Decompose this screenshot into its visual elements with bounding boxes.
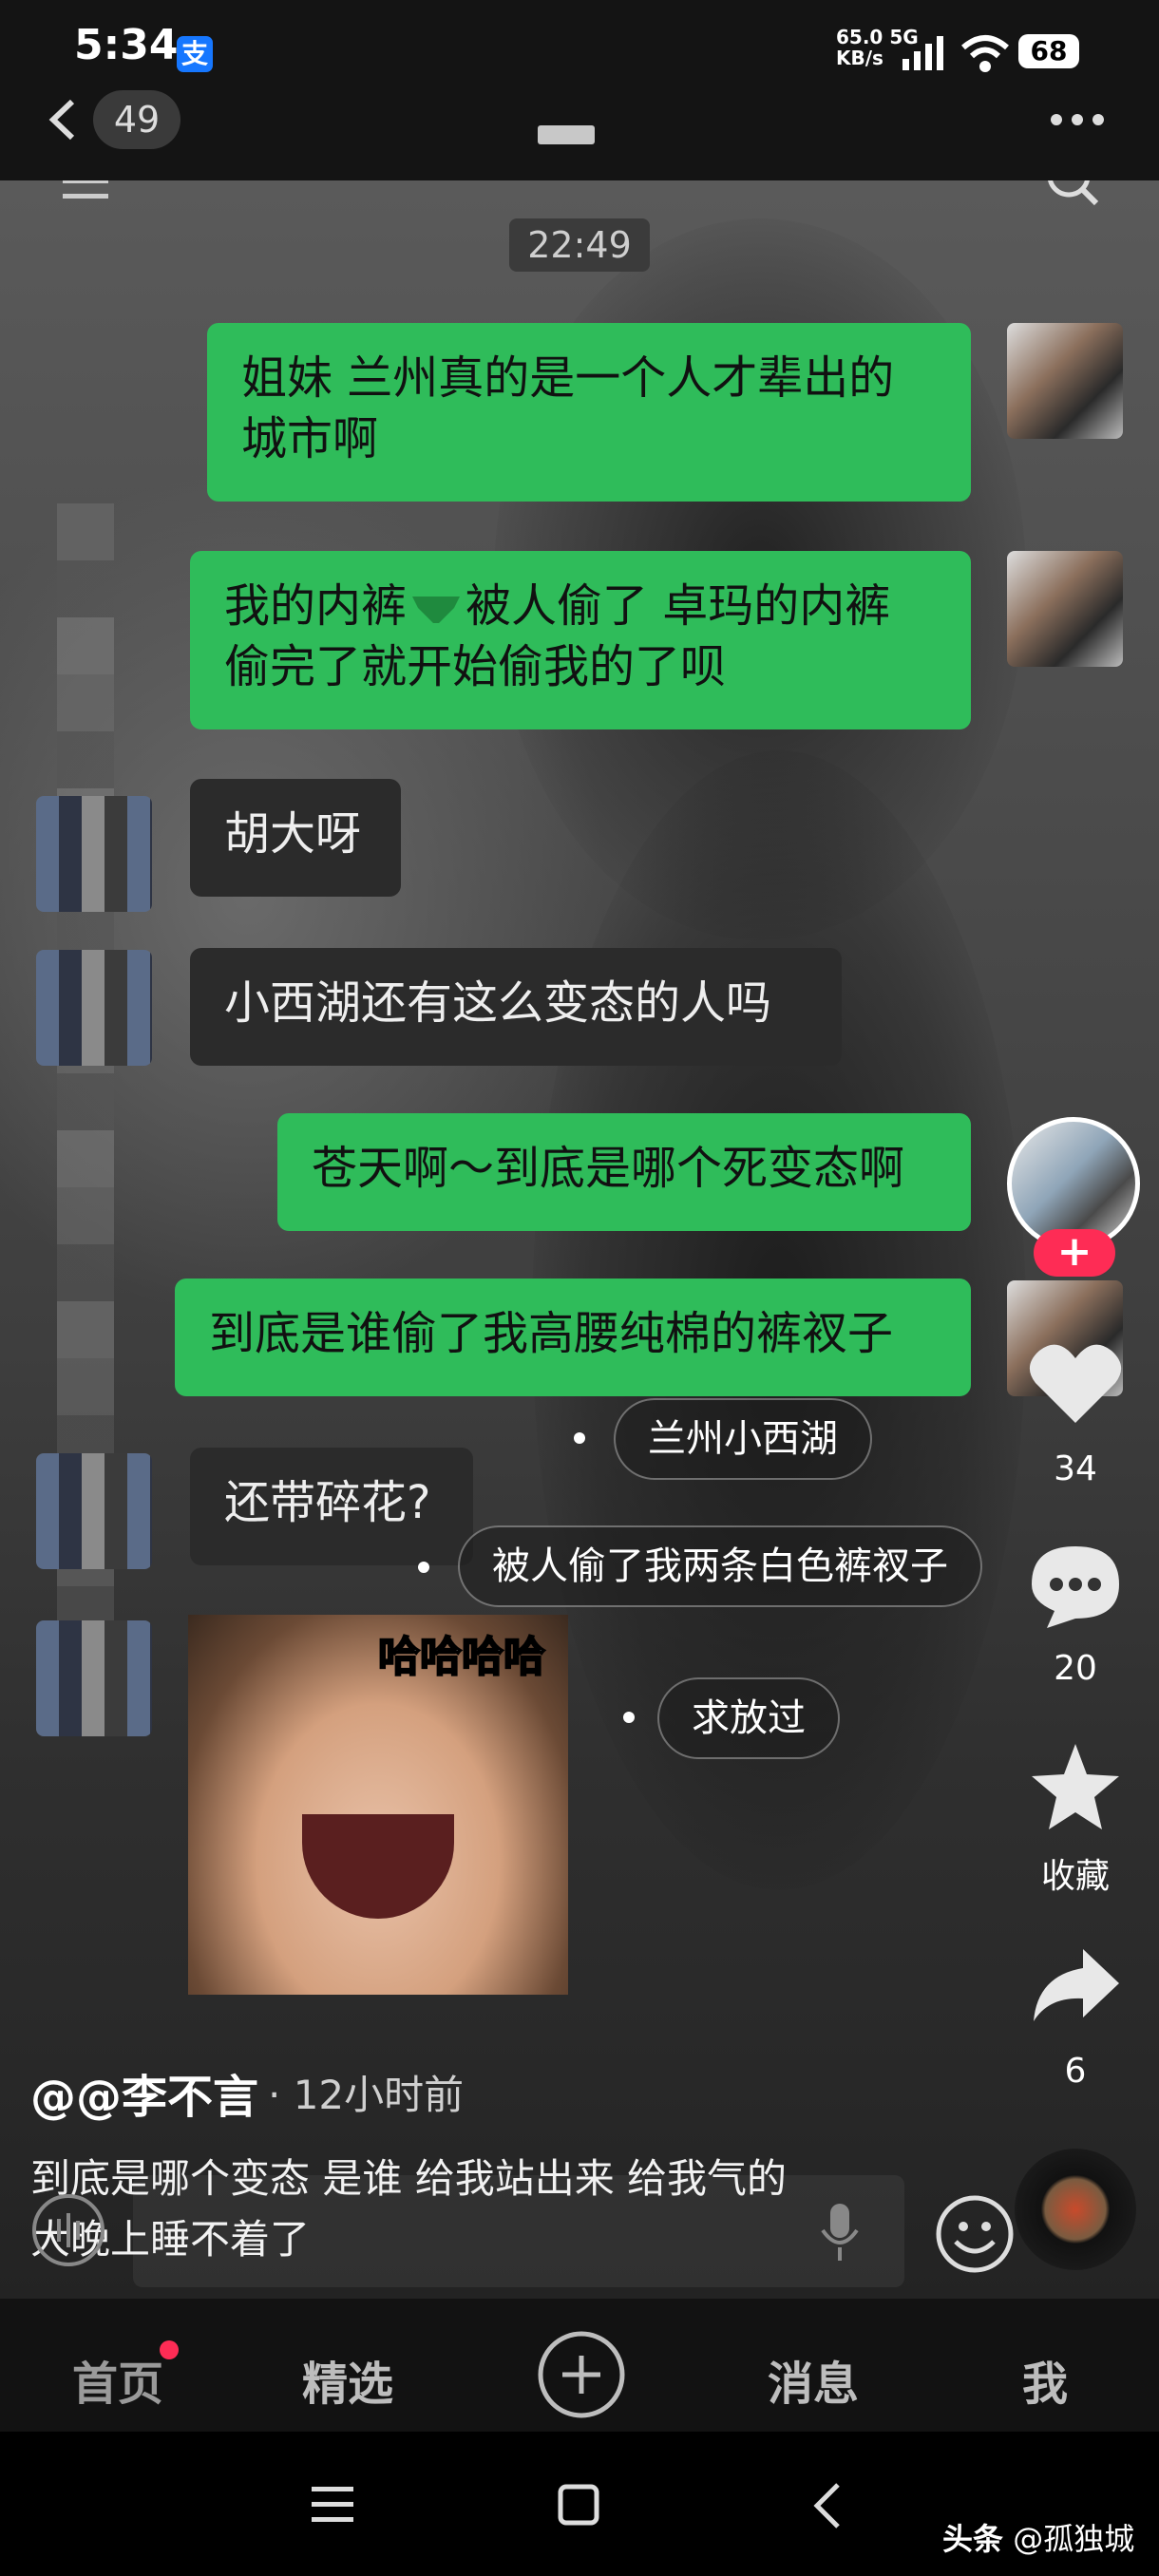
avatar-friend bbox=[36, 1620, 152, 1736]
star-icon[interactable] bbox=[1028, 1740, 1123, 1831]
more-icon[interactable] bbox=[1049, 112, 1106, 127]
chat-bubble-sent: 姐妹 兰州真的是一个人才辈出的 城市啊 bbox=[207, 323, 971, 502]
chat-bubble-received: 小西湖还有这么变态的人吗 bbox=[190, 948, 842, 1066]
create-plus-icon[interactable] bbox=[536, 2329, 627, 2420]
chat-bubble-received: 胡大呀 bbox=[190, 779, 401, 897]
back-button[interactable]: 49 bbox=[46, 90, 188, 149]
author-name[interactable]: @@李不言 bbox=[30, 2059, 258, 2126]
follow-plus-button[interactable]: + bbox=[1034, 1229, 1115, 1277]
emoji-icon[interactable] bbox=[935, 2194, 1015, 2274]
music-disc[interactable] bbox=[1015, 2149, 1136, 2270]
back-nav-icon[interactable] bbox=[809, 2481, 844, 2530]
nav-me[interactable]: 我 bbox=[1022, 2346, 1068, 2413]
nav-featured[interactable]: 精选 bbox=[302, 2346, 393, 2413]
battery-indicator: 68 bbox=[1018, 34, 1079, 68]
share-count: 6 bbox=[1064, 2052, 1087, 2091]
search-icon[interactable] bbox=[1043, 180, 1102, 209]
avatar-friend bbox=[36, 950, 152, 1066]
video-progress-indicator bbox=[538, 125, 595, 144]
chat-bubble-received: 还带碎花? bbox=[190, 1448, 473, 1565]
tag-dot bbox=[623, 1712, 635, 1723]
comment-icon[interactable] bbox=[1028, 1543, 1123, 1630]
avatar-self bbox=[1007, 323, 1123, 439]
avatar-friend bbox=[36, 796, 152, 912]
nav-home[interactable]: 首页 bbox=[72, 2346, 163, 2413]
like-count: 34 bbox=[1054, 1449, 1097, 1488]
chat-bubble-sent: 我的内裤 被人偷了 卓玛的内裤 偷完了就开始偷我的了呗 bbox=[190, 551, 971, 729]
watermark: 头条 @孤独城 bbox=[942, 2521, 1135, 2557]
underwear-emoji-icon bbox=[412, 597, 461, 623]
signal-icon bbox=[902, 36, 943, 70]
status-bar: 5:34 支 65.0 5G KB/s 68 bbox=[0, 0, 1159, 104]
avatar-self bbox=[1007, 551, 1123, 667]
menu-icon[interactable] bbox=[61, 180, 110, 205]
microphone-icon[interactable] bbox=[819, 2202, 861, 2263]
meme-laughing-mouth bbox=[302, 1814, 454, 1919]
chat-bubble-sent: 苍天啊～到底是哪个死变态啊 bbox=[277, 1113, 971, 1231]
favorite-label: 收藏 bbox=[1040, 1857, 1110, 1896]
meme-image: 哈哈哈哈 bbox=[188, 1615, 568, 1995]
tag-dot bbox=[418, 1562, 429, 1573]
chat-timestamp: 22:49 bbox=[509, 218, 650, 272]
post-caption: 到底是哪个变态 是谁 给我站出来 给我气的 大晚上睡不着了 bbox=[30, 2155, 788, 2263]
tag-dot bbox=[574, 1432, 585, 1444]
back-count-badge: 49 bbox=[93, 90, 180, 149]
chat-bubble-sent: 到底是谁偷了我高腰纯棉的裤衩子 bbox=[175, 1279, 971, 1396]
nav-messages[interactable]: 消息 bbox=[768, 2346, 859, 2413]
topic-tag[interactable]: 被人偷了我两条白色裤衩子 bbox=[458, 1525, 982, 1607]
heart-icon[interactable] bbox=[1028, 1339, 1123, 1427]
video-player[interactable]: 22:49 姐妹 兰州真的是一个人才辈出的 城市啊 我的内裤 被人偷了 卓玛的内裤… bbox=[0, 180, 1159, 2299]
notification-dot bbox=[160, 2340, 179, 2359]
chevron-left-icon bbox=[48, 99, 75, 141]
audio-icon[interactable] bbox=[30, 2192, 106, 2268]
topic-tag[interactable]: 求放过 bbox=[657, 1677, 840, 1759]
home-icon[interactable] bbox=[557, 2483, 600, 2527]
topic-tag[interactable]: 兰州小西湖 bbox=[614, 1398, 872, 1480]
comment-count: 20 bbox=[1054, 1649, 1097, 1688]
avatar-friend bbox=[36, 1453, 152, 1569]
alipay-icon: 支 bbox=[177, 36, 213, 72]
recent-apps-icon[interactable] bbox=[310, 2483, 357, 2525]
wifi-icon bbox=[961, 35, 1009, 72]
meme-caption: 哈哈哈哈 bbox=[377, 1632, 546, 1682]
share-icon[interactable] bbox=[1028, 1945, 1123, 2025]
post-time: · 12小时前 bbox=[268, 2072, 465, 2118]
status-time: 5:34 bbox=[74, 21, 179, 69]
